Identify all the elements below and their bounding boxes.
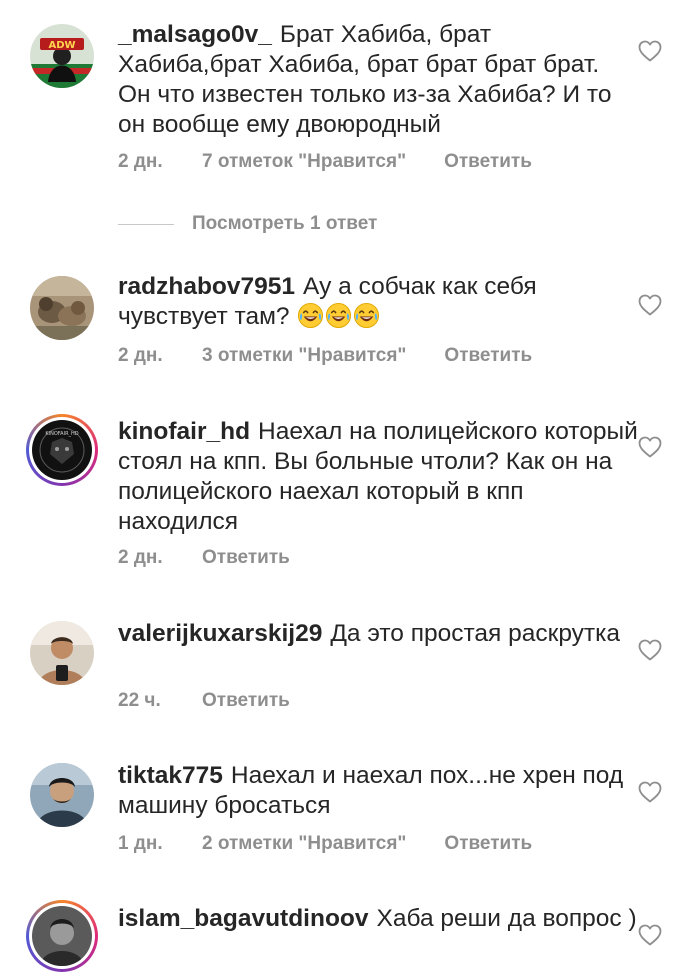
laughing-emoji-icon xyxy=(298,302,324,329)
reply-button[interactable]: Ответить xyxy=(202,547,290,569)
reply-button[interactable]: Ответить xyxy=(444,151,532,173)
avatar-image xyxy=(32,906,92,966)
username-link[interactable]: radzhabov7951 xyxy=(118,273,295,300)
heart-outline-icon[interactable] xyxy=(638,294,662,316)
comment-body: Хаба реши да вопрос ) xyxy=(376,905,637,932)
comment-meta: 2 дн. 3 отметки "Нравится" Ответить xyxy=(118,345,532,367)
comment-meta: 2 дн. 7 отметок "Нравится" Ответить xyxy=(118,151,532,173)
comment-text: radzhabov7951 Ау а собчак как себя чувств… xyxy=(118,272,638,332)
reply-button[interactable]: Ответить xyxy=(202,690,290,712)
heart-outline-icon[interactable] xyxy=(638,781,662,803)
avatar-image: KINOFAIR_HD xyxy=(32,420,92,480)
laughing-emoji-icon xyxy=(354,302,380,329)
cat-photo-icon xyxy=(30,276,94,340)
person-photo-icon xyxy=(30,621,94,685)
username-link[interactable]: islam_bagavutdinoov xyxy=(118,905,369,932)
timestamp: 2 дн. xyxy=(118,151,163,172)
timestamp: 2 дн. xyxy=(118,345,163,366)
username-link[interactable]: valerijkuxarskij29 xyxy=(118,620,322,647)
avatar[interactable] xyxy=(30,621,94,685)
comment-meta: 2 дн. Ответить xyxy=(118,547,290,569)
comment-text: kinofair_hd Наехал на полицейского которы… xyxy=(118,417,638,537)
comment-text: islam_bagavutdinoov Хаба реши да вопрос ) xyxy=(118,904,638,934)
likes-count-link[interactable]: 3 отметки "Нравится" xyxy=(202,345,406,367)
replies-divider xyxy=(118,223,174,225)
comment-body: Да это простая раскрутка xyxy=(330,620,621,647)
heart-outline-icon[interactable] xyxy=(638,436,662,458)
comment-meta: 1 дн. 2 отметки "Нравится" Ответить xyxy=(118,833,532,855)
username-link[interactable]: tiktak775 xyxy=(118,762,223,789)
avatar[interactable] xyxy=(26,900,98,972)
svg-text:ADW: ADW xyxy=(48,40,75,51)
kinofair-logo-icon: KINOFAIR_HD xyxy=(32,420,92,480)
avatar[interactable] xyxy=(30,763,94,827)
adw-logo-icon: ADW xyxy=(30,24,94,88)
comment-meta: 22 ч. Ответить xyxy=(118,690,290,712)
username-link[interactable]: _malsago0v_ xyxy=(118,21,272,48)
heart-outline-icon[interactable] xyxy=(638,639,662,661)
view-replies-label: Посмотреть 1 ответ xyxy=(192,213,378,234)
comment-text: _malsago0v_ Брат Хабиба, брат Хабиба,брат… xyxy=(118,20,638,140)
heart-outline-icon[interactable] xyxy=(638,40,662,62)
timestamp: 2 дн. xyxy=(118,547,163,568)
avatar-story-ring xyxy=(29,903,95,969)
reply-button[interactable]: Ответить xyxy=(444,833,532,855)
likes-count-link[interactable]: 7 отметок "Нравится" xyxy=(202,151,406,173)
likes-count-link[interactable]: 2 отметки "Нравится" xyxy=(202,833,406,855)
timestamp: 1 дн. xyxy=(118,833,163,854)
timestamp: 22 ч. xyxy=(118,690,161,711)
avatar-story-ring: KINOFAIR_HD xyxy=(29,417,95,483)
person-photo-icon xyxy=(30,763,94,827)
comment-text: tiktak775 Наехал и наехал пох...не хрен п… xyxy=(118,761,638,821)
username-link[interactable]: kinofair_hd xyxy=(118,418,250,445)
heart-outline-icon[interactable] xyxy=(638,924,662,946)
reply-button[interactable]: Ответить xyxy=(444,345,532,367)
avatar[interactable]: ADW xyxy=(30,24,94,88)
comment-text: valerijkuxarskij29 Да это простая раскрут… xyxy=(118,619,638,649)
emoji-row xyxy=(296,302,380,330)
avatar[interactable] xyxy=(30,276,94,340)
laughing-emoji-icon xyxy=(326,302,352,329)
avatar-logo-text: KINOFAIR_HD xyxy=(45,431,78,437)
avatar[interactable]: KINOFAIR_HD xyxy=(26,414,98,486)
view-replies-button[interactable]: Посмотреть 1 ответ xyxy=(118,211,377,237)
person-photo-icon xyxy=(32,906,92,966)
